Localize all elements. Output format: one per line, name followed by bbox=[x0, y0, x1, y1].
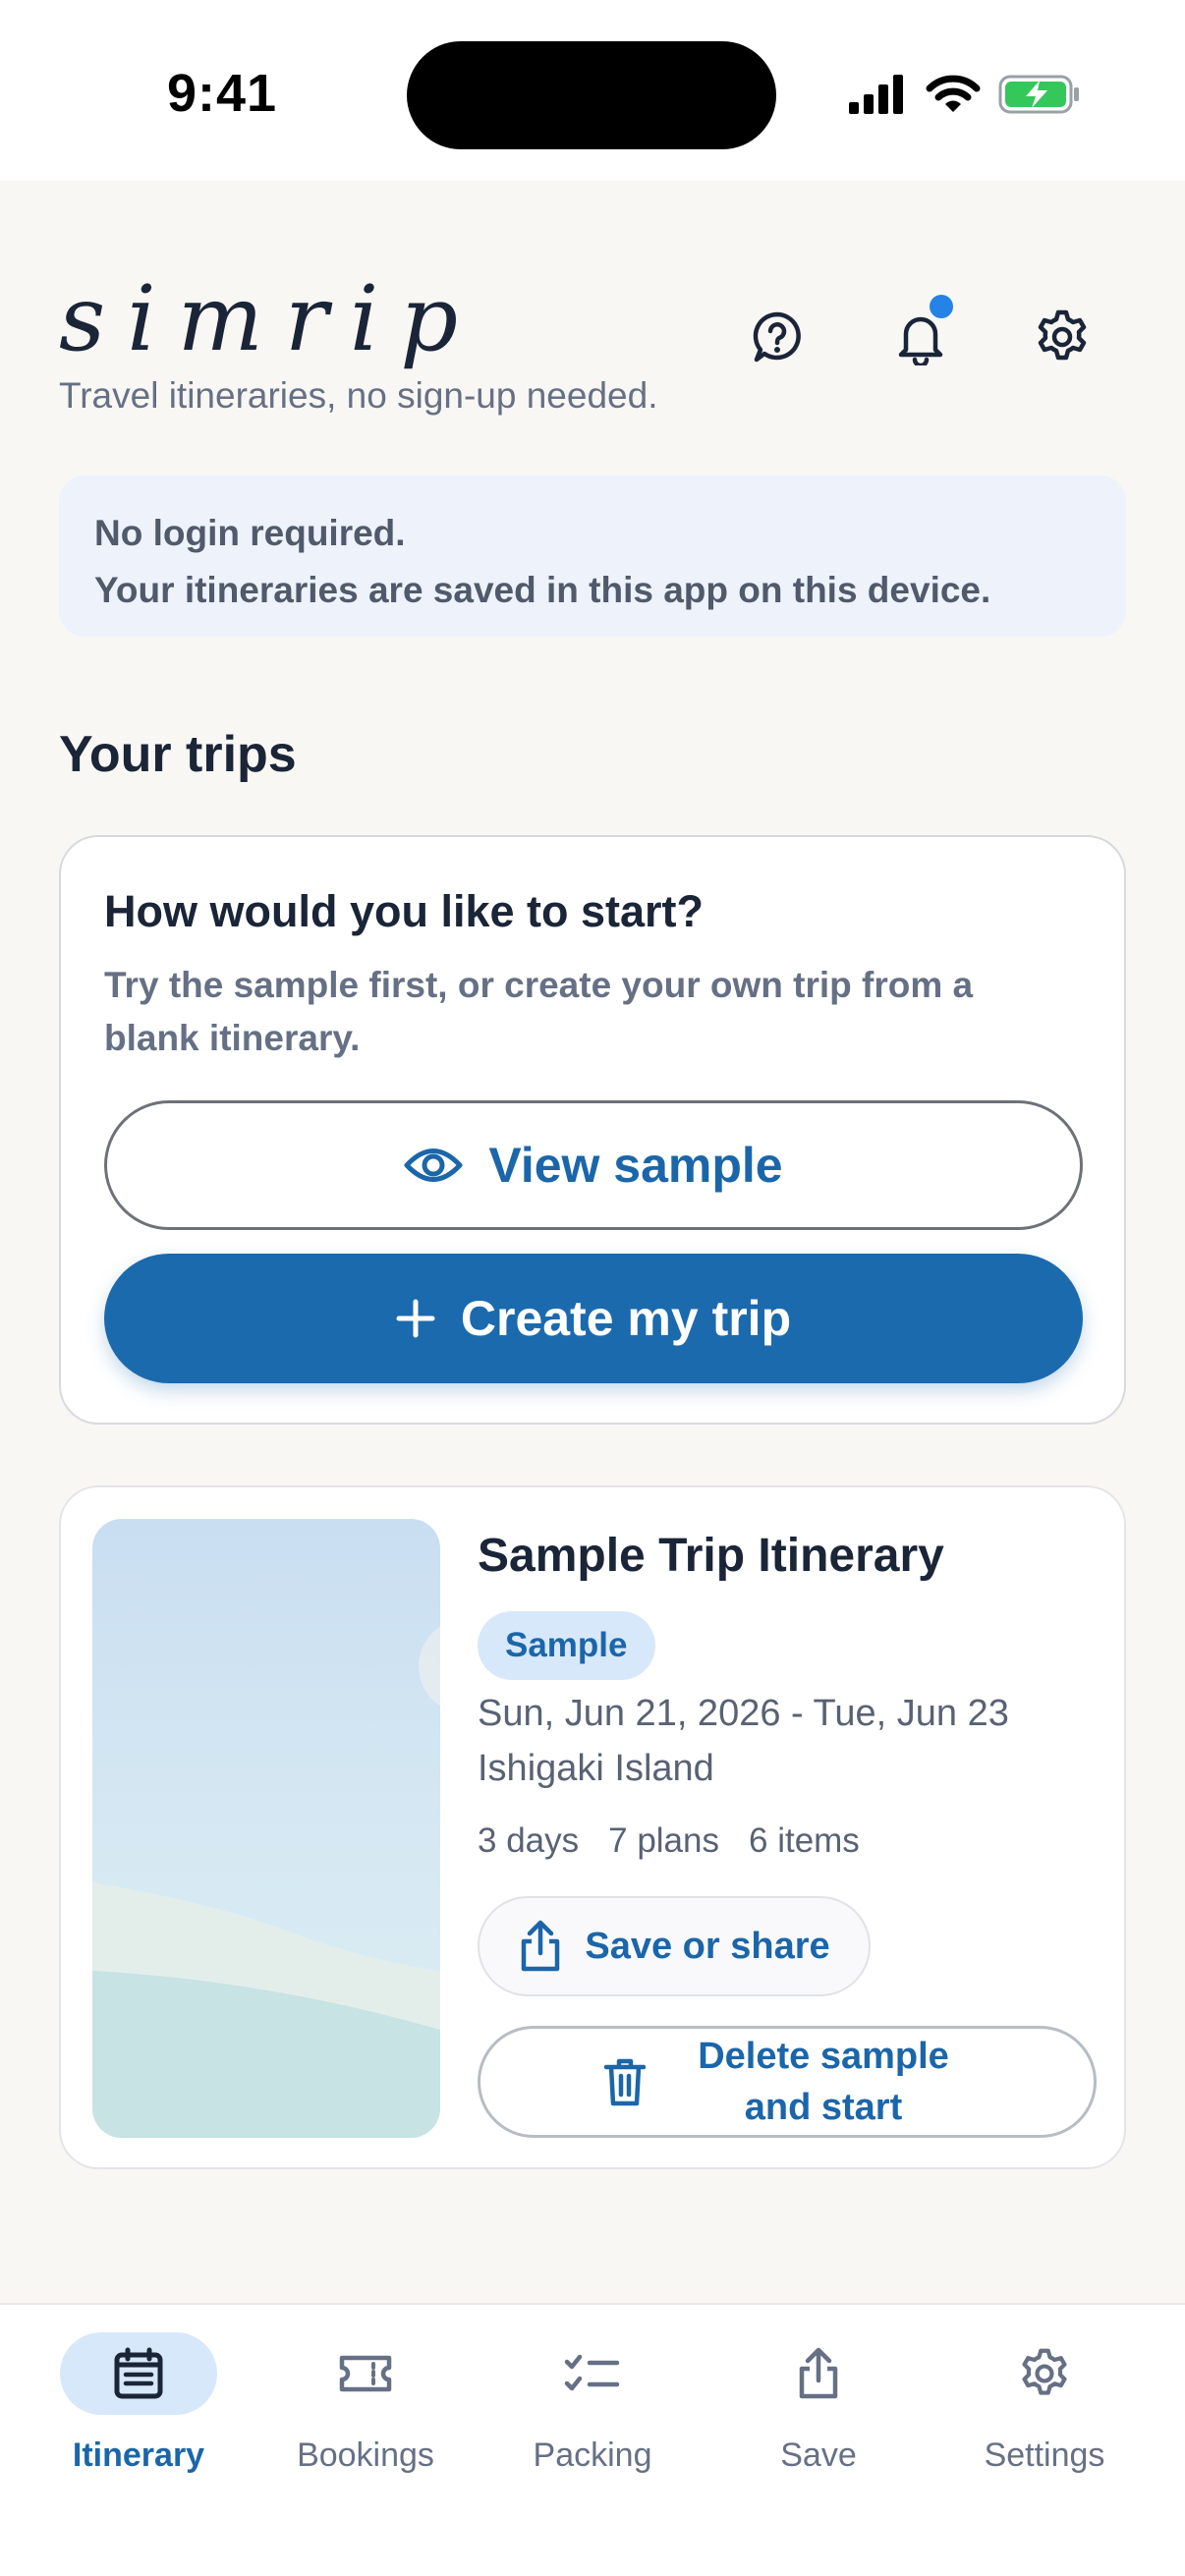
tab-bookings-label: Bookings bbox=[297, 2436, 434, 2474]
notice-line-1: No login required. bbox=[94, 513, 406, 553]
view-sample-button[interactable]: View sample bbox=[104, 1100, 1083, 1230]
trip-location: Ishigaki Island bbox=[478, 1748, 714, 1789]
tab-save-label: Save bbox=[780, 2436, 857, 2474]
notice-line-2: Your itineraries are saved in this app o… bbox=[94, 570, 991, 610]
ticket-icon bbox=[339, 2355, 392, 2392]
trip-plans: 7 plans bbox=[608, 1821, 719, 1860]
delete-label-line-1: Delete sample bbox=[698, 2036, 949, 2077]
gear-icon bbox=[1038, 309, 1087, 361]
start-card-description: Try the sample first, or create your own… bbox=[104, 965, 974, 1058]
app-header: simrip Travel itineraries, no sign-up ne… bbox=[59, 265, 1130, 432]
trip-items: 6 items bbox=[749, 1821, 860, 1860]
eye-icon bbox=[404, 1145, 463, 1186]
brand-logo: simrip bbox=[59, 266, 480, 371]
tab-save[interactable]: Save bbox=[720, 2332, 917, 2509]
notifications-button[interactable] bbox=[884, 295, 957, 373]
tab-itinerary-label: Itinerary bbox=[72, 2436, 205, 2474]
trip-days: 3 days bbox=[478, 1821, 580, 1860]
tab-settings-label: Settings bbox=[984, 2436, 1105, 2474]
trip-thumbnail bbox=[92, 1519, 440, 2138]
help-icon bbox=[753, 311, 801, 363]
tab-bookings-pill bbox=[287, 2332, 444, 2415]
section-title: Your trips bbox=[59, 726, 297, 783]
tab-save-pill bbox=[740, 2332, 897, 2415]
cellular-signal-icon bbox=[849, 75, 903, 114]
create-trip-label: Create my trip bbox=[460, 1291, 792, 1346]
checklist-icon bbox=[564, 2354, 620, 2391]
tab-settings-pill bbox=[966, 2332, 1123, 2415]
dynamic-island bbox=[407, 41, 776, 149]
view-sample-label: View sample bbox=[488, 1138, 783, 1193]
battery-charging-icon bbox=[998, 75, 1079, 114]
delete-label-line-2: and start bbox=[744, 2087, 903, 2128]
wifi-icon bbox=[926, 75, 981, 112]
sample-badge: Sample bbox=[478, 1611, 655, 1680]
login-notice: No login required. Your itineraries are … bbox=[59, 476, 1126, 637]
tab-packing[interactable]: Packing bbox=[494, 2332, 691, 2509]
status-time: 9:41 bbox=[167, 64, 278, 123]
tab-settings[interactable]: Settings bbox=[946, 2332, 1143, 2509]
tab-itinerary[interactable]: Itinerary bbox=[40, 2332, 237, 2509]
settings-button[interactable] bbox=[1026, 301, 1099, 373]
save-or-share-label: Save or share bbox=[585, 1925, 830, 1967]
share-icon bbox=[799, 2347, 838, 2399]
help-button[interactable] bbox=[741, 301, 814, 373]
delete-sample-button[interactable]: Delete sample and start bbox=[478, 2026, 1097, 2138]
status-bar: 9:41 bbox=[0, 0, 1185, 181]
save-or-share-button[interactable]: Save or share bbox=[478, 1896, 871, 1996]
start-card: How would you like to start? Try the sam… bbox=[59, 835, 1126, 1425]
calendar-icon bbox=[114, 2347, 163, 2399]
share-icon bbox=[518, 1920, 563, 1973]
tab-bookings[interactable]: Bookings bbox=[267, 2332, 464, 2509]
tab-packing-label: Packing bbox=[533, 2436, 652, 2474]
create-trip-button[interactable]: Create my trip bbox=[104, 1254, 1083, 1383]
trip-card[interactable]: Sample Trip Itinerary Sample Sun, Jun 21… bbox=[59, 1485, 1126, 2169]
bottom-tab-bar: Itinerary Bookings Packing Save Settings bbox=[0, 2303, 1185, 2576]
trip-dates: Sun, Jun 21, 2026 - Tue, Jun 23 bbox=[478, 1693, 1009, 1734]
delete-sample-label: Delete sample and start bbox=[676, 2031, 971, 2133]
notification-dot bbox=[930, 295, 953, 318]
trash-icon bbox=[603, 2056, 647, 2107]
start-card-title: How would you like to start? bbox=[104, 886, 705, 936]
trip-title: Sample Trip Itinerary bbox=[478, 1530, 944, 1582]
gear-icon bbox=[1022, 2348, 1067, 2395]
tab-packing-pill bbox=[514, 2332, 671, 2415]
plus-icon bbox=[396, 1299, 435, 1338]
tagline: Travel itineraries, no sign-up needed. bbox=[59, 375, 658, 416]
tab-itinerary-pill bbox=[60, 2332, 217, 2415]
trip-stats: 3 days 7 plans 6 items bbox=[478, 1821, 860, 1861]
